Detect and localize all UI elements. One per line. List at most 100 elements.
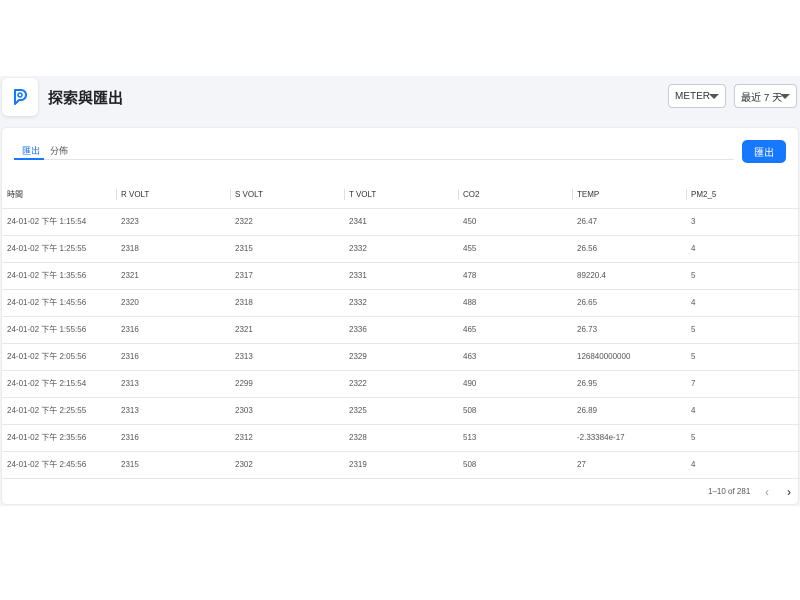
table-row[interactable]: 24-01-02 下午 1:25:55 2318 2315 2332 455 26.56 4 (2, 235, 800, 263)
table-cell: 2323 (116, 208, 230, 236)
table-row[interactable]: 24-01-02 下午 2:15:54 2313 2299 2322 490 26.95 7 (2, 370, 800, 398)
time-range-select-value: 最近 7 天 (741, 92, 783, 104)
table-row[interactable]: 24-01-02 下午 1:55:56 2316 2321 2336 465 26.73 5 (2, 316, 800, 344)
chevron-left-icon[interactable]: ‹ (760, 485, 774, 499)
table-cell: 26.89 (572, 397, 686, 425)
column-header[interactable]: S VOLT (230, 181, 344, 209)
table-cell: 2299 (230, 370, 344, 398)
chevron-right-icon[interactable]: › (782, 485, 796, 499)
pagination: 1–10 of 281 ‹ › (2, 484, 798, 500)
table-cell: 24-01-02 下午 2:25:55 (2, 397, 116, 425)
tab-bar: 匯出 分佈 (14, 142, 734, 160)
table-cell: 2316 (116, 343, 230, 371)
table-cell: 465 (458, 316, 572, 344)
table-cell: 2322 (230, 208, 344, 236)
table-cell: 2328 (344, 424, 458, 452)
table-cell: 24-01-02 下午 2:15:54 (2, 370, 116, 398)
table-cell: 24-01-02 下午 2:45:56 (2, 451, 116, 479)
table-cell: 2320 (116, 289, 230, 317)
column-separator[interactable] (116, 189, 117, 200)
data-card: 匯出 分佈 匯出 時間 R VOLT S VOLT T VOLT CO2 TEMP PM2_… (2, 128, 800, 504)
table-cell: -2.33384e-17 (572, 424, 686, 452)
table-cell: 2316 (116, 316, 230, 344)
table-cell: 2303 (230, 397, 344, 425)
table-cell: 2315 (230, 235, 344, 263)
page-header: 探索與匯出 METER 最近 7 天 (0, 76, 800, 124)
table-cell: 5 (686, 316, 800, 344)
table-cell: 478 (458, 262, 572, 290)
meter-select-value: METER (675, 90, 710, 102)
table-cell: 2318 (116, 235, 230, 263)
table-cell: 508 (458, 451, 572, 479)
table-cell: 24-01-02 下午 1:25:55 (2, 235, 116, 263)
table-cell: 5 (686, 424, 800, 452)
table-cell: 450 (458, 208, 572, 236)
table-row[interactable]: 24-01-02 下午 1:15:54 2323 2322 2341 450 26.47 3 (2, 208, 800, 236)
column-separator[interactable] (230, 189, 231, 200)
table-cell: 26.56 (572, 235, 686, 263)
table-cell: 2316 (116, 424, 230, 452)
table-cell: 27 (572, 451, 686, 479)
table-cell: 2329 (344, 343, 458, 371)
table-cell: 2321 (116, 262, 230, 290)
table-cell: 2317 (230, 262, 344, 290)
time-range-select[interactable]: 最近 7 天 (734, 84, 797, 108)
table-cell: 2313 (116, 397, 230, 425)
table-row[interactable]: 24-01-02 下午 2:25:55 2313 2303 2325 508 26.89 4 (2, 397, 800, 425)
column-header-label: CO2 (463, 189, 480, 199)
table-cell: 2332 (344, 289, 458, 317)
active-tab-indicator (14, 158, 44, 160)
table-cell: 126840000000 (572, 343, 686, 371)
table-cell: 26.47 (572, 208, 686, 236)
column-header[interactable]: TEMP (572, 181, 686, 209)
table-cell: 24-01-02 下午 2:05:56 (2, 343, 116, 371)
meter-select[interactable]: METER (668, 84, 726, 108)
table-row[interactable]: 24-01-02 下午 2:35:56 2316 2312 2328 513 -2.333… (2, 424, 800, 452)
table-cell: 24-01-02 下午 1:55:56 (2, 316, 116, 344)
table-cell: 26.65 (572, 289, 686, 317)
table-cell: 2341 (344, 208, 458, 236)
column-header[interactable]: CO2 (458, 181, 572, 209)
table-cell: 24-01-02 下午 1:45:56 (2, 289, 116, 317)
table-cell: 24-01-02 下午 1:35:56 (2, 262, 116, 290)
table-cell: 455 (458, 235, 572, 263)
table-cell: 2331 (344, 262, 458, 290)
export-button[interactable]: 匯出 (742, 140, 786, 163)
table-row[interactable]: 24-01-02 下午 1:35:56 2321 2317 2331 478 89220.… (2, 262, 800, 290)
column-header-label: TEMP (577, 189, 600, 199)
table-cell: 2336 (344, 316, 458, 344)
table-cell: 5 (686, 343, 800, 371)
table-cell: 488 (458, 289, 572, 317)
table-cell: 7 (686, 370, 800, 398)
table-cell: 2312 (230, 424, 344, 452)
table-cell: 513 (458, 424, 572, 452)
column-separator[interactable] (344, 189, 345, 200)
table-cell: 2332 (344, 235, 458, 263)
table-row[interactable]: 24-01-02 下午 2:05:56 2316 2313 2329 463 126840… (2, 343, 800, 371)
caret-down-icon (709, 94, 719, 99)
column-header-label: PM2_5 (691, 189, 717, 199)
column-header[interactable]: T VOLT (344, 181, 458, 209)
table-cell: 2313 (230, 343, 344, 371)
table-row[interactable]: 24-01-02 下午 1:45:56 2320 2318 2332 488 26.65 4 (2, 289, 800, 317)
table-cell: 4 (686, 235, 800, 263)
table-row[interactable]: 24-01-02 下午 2:45:56 2315 2302 2319 508 27 4 (2, 451, 800, 479)
column-separator[interactable] (458, 189, 459, 200)
column-header-label: R VOLT (121, 189, 150, 199)
column-separator[interactable] (572, 189, 573, 200)
column-separator[interactable] (686, 189, 687, 200)
table-cell: 26.73 (572, 316, 686, 344)
pagination-range: 1–10 of 281 (708, 487, 751, 496)
table-cell: 4 (686, 397, 800, 425)
column-header-label: S VOLT (235, 189, 263, 199)
table-body: 24-01-02 下午 1:15:54 2323 2322 2341 450 26.47 3… (2, 208, 800, 479)
column-header[interactable]: PM2_5 (686, 181, 800, 209)
app-logo[interactable] (2, 78, 38, 116)
tab-export[interactable]: 匯出 (22, 144, 40, 157)
column-header[interactable]: R VOLT (116, 181, 230, 209)
app-container: 探索與匯出 METER 最近 7 天 匯出 分佈 匯出 時間 R VOLT S VO… (0, 76, 800, 506)
table-cell: 2318 (230, 289, 344, 317)
table-cell: 2322 (344, 370, 458, 398)
column-header[interactable]: 時間 (2, 181, 116, 209)
tab-distribution[interactable]: 分佈 (50, 144, 68, 157)
